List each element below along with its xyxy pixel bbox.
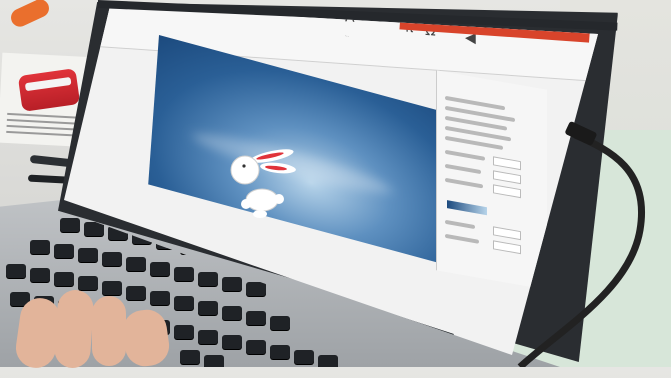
- photo-scene: A π Ω ◀ ···: [0, 0, 671, 371]
- hand: [8, 288, 188, 378]
